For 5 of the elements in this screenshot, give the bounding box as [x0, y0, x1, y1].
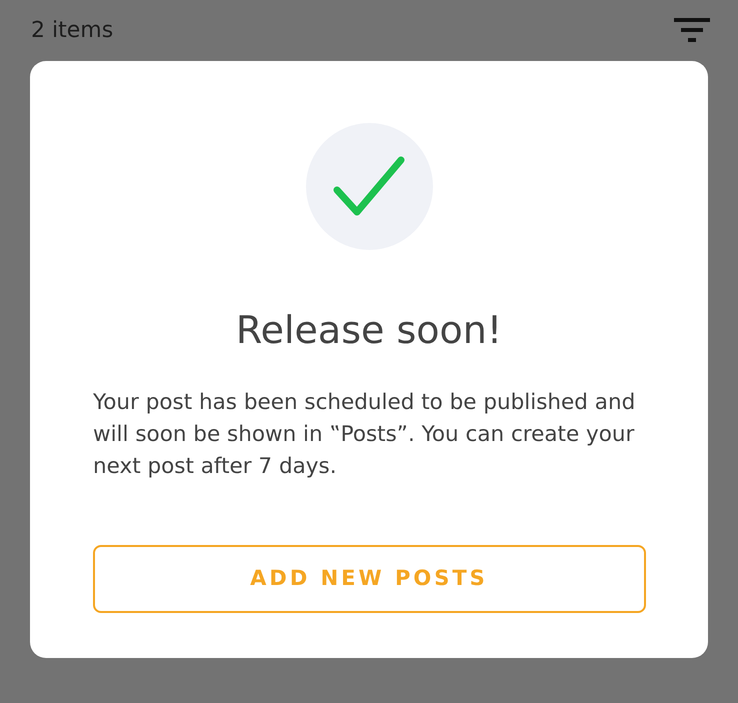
add-new-posts-button[interactable]: ADD NEW POSTS	[92, 545, 646, 613]
item-count: 2 items	[31, 17, 114, 45]
filter-icon[interactable]	[674, 18, 710, 44]
dialog-title: Release soon!	[236, 307, 502, 354]
dialog-message: Your post has been scheduled to be published and will soon be shown in ‟Posts”. You can create your next post after 7 days.	[93, 389, 636, 481]
